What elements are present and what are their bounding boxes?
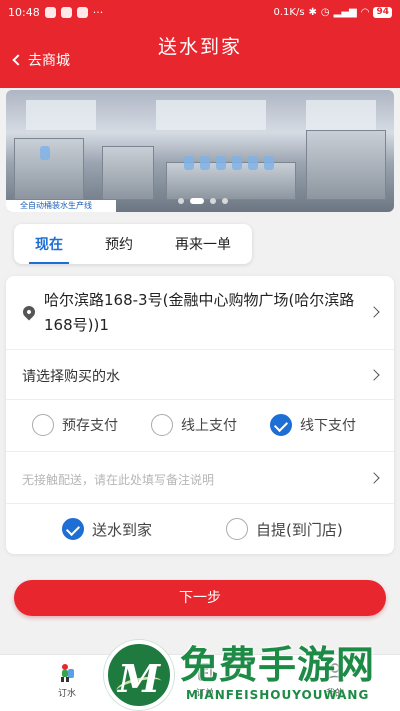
address-row[interactable]: 哈尔滨路168-3号(金融中心购物广场(哈尔滨路168号))1 (6, 276, 394, 350)
payment-option-label: 线下支付 (300, 418, 356, 434)
title-bar: 送水到家 去商城 (0, 24, 400, 88)
site-watermark: M 免费手游网 MIANFEISHOUYOUWANG (102, 632, 398, 710)
carousel-indicator (178, 198, 228, 204)
carousel-dot[interactable] (178, 198, 184, 204)
radio-unchecked-icon[interactable] (226, 518, 248, 540)
factory-window (156, 100, 266, 130)
water-jug (264, 156, 274, 170)
radio-checked-icon[interactable] (62, 518, 84, 540)
remark-row[interactable]: 无接触配送，请在此处填写备注说明 (6, 452, 394, 504)
water-delivery-icon (61, 664, 74, 682)
delivery-option-home[interactable]: 送水到家 (62, 518, 152, 540)
carousel-dot[interactable] (222, 198, 228, 204)
water-jug (40, 146, 50, 160)
factory-window (26, 100, 96, 130)
carousel-dot-active[interactable] (190, 198, 204, 204)
tab-reorder[interactable]: 再来一单 (171, 230, 235, 258)
watermark-logo: M (104, 640, 174, 710)
nav-label: 订水 (57, 689, 76, 699)
carousel-dot[interactable] (210, 198, 216, 204)
delivery-option-pickup[interactable]: 自提(到门店) (226, 518, 343, 540)
chevron-left-icon (12, 54, 24, 66)
signal-icon: ▂▄▆ (333, 6, 357, 18)
app-notification-icon (76, 6, 88, 18)
app-notification-icon (44, 6, 56, 18)
water-jug (184, 156, 194, 170)
delivery-address: 哈尔滨路168-3号(金融中心购物广场(哈尔滨路168号))1 (44, 291, 355, 334)
app-notification-icon (60, 6, 72, 18)
network-speed: 0.1K/s (273, 6, 305, 18)
payment-option-prepaid[interactable]: 预存支付 (32, 414, 118, 436)
select-water-row[interactable]: 请选择购买的水 (6, 350, 394, 400)
production-machine (102, 146, 154, 200)
delivery-option-label: 自提(到门店) (256, 520, 343, 539)
water-jug (232, 156, 242, 170)
delivery-method-row: 送水到家 自提(到门店) (6, 504, 394, 554)
order-form-card: 哈尔滨路168-3号(金融中心购物广场(哈尔滨路168号))1 请选择购买的水 … (6, 276, 394, 554)
chevron-right-icon (368, 472, 380, 484)
payment-option-online[interactable]: 线上支付 (151, 414, 237, 436)
water-jug (248, 156, 258, 170)
location-pin-icon (20, 303, 38, 321)
battery-icon: 94 (373, 6, 392, 18)
nav-order-water[interactable]: 订水 (32, 661, 102, 699)
watermark-subtitle: MIANFEISHOUYOUWANG (186, 688, 370, 702)
radio-checked-icon[interactable] (270, 414, 292, 436)
tab-reserve[interactable]: 预约 (101, 230, 137, 258)
production-machine (306, 130, 386, 200)
more-notifications-icon: ··· (92, 5, 104, 19)
chevron-right-icon (368, 306, 380, 318)
payment-option-offline[interactable]: 线下支付 (270, 414, 356, 436)
radio-unchecked-icon[interactable] (32, 414, 54, 436)
payment-method-row: 预存支付 线上支付 线下支付 (6, 400, 394, 452)
back-to-mall-button[interactable]: 去商城 (12, 50, 70, 70)
select-water-label: 请选择购买的水 (22, 369, 120, 385)
status-time: 10:48 (8, 5, 40, 19)
status-bar: 10:48 ··· 0.1K/s ✱ ◷ ▂▄▆ ◠ 94 (0, 0, 400, 24)
banner-carousel[interactable]: 全自动桶装水生产线 (6, 90, 394, 212)
delivery-option-label: 送水到家 (92, 520, 153, 539)
watermark-title: 免费手游网 (180, 643, 376, 687)
payment-option-label: 线上支付 (181, 418, 237, 434)
alarm-icon: ◷ (320, 6, 330, 18)
water-jug (200, 156, 210, 170)
wifi-icon: ◠ (360, 6, 370, 18)
chevron-right-icon (368, 369, 380, 381)
banner-caption: 全自动桶装水生产线 (6, 200, 116, 212)
water-jug (216, 156, 226, 170)
logo-letter: M (117, 656, 161, 701)
radio-unchecked-icon[interactable] (151, 414, 173, 436)
tab-now[interactable]: 现在 (29, 230, 69, 264)
factory-window (306, 100, 376, 130)
next-step-button[interactable]: 下一步 (14, 580, 386, 616)
back-label: 去商城 (28, 53, 70, 69)
remark-placeholder[interactable]: 无接触配送，请在此处填写备注说明 (22, 471, 214, 488)
order-time-tabs: 现在 预约 再来一单 (14, 224, 252, 264)
bluetooth-icon: ✱ (308, 6, 317, 18)
payment-option-label: 预存支付 (62, 418, 118, 434)
